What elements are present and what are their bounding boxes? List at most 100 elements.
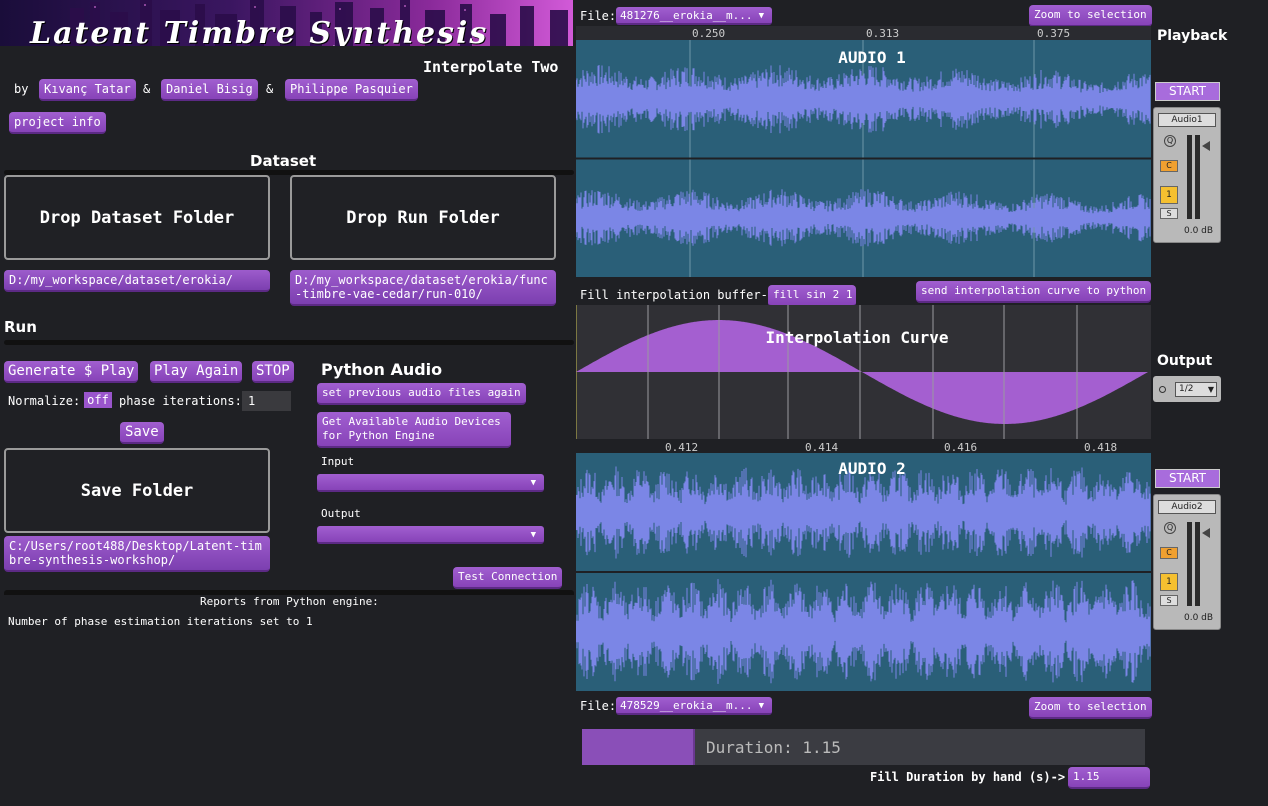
audio2-waveform-graphic — [576, 466, 1151, 684]
audio1-file-value: 481276__erokia__m... — [620, 9, 753, 22]
audio1-tick: 0.250 — [692, 27, 726, 40]
drop-run-folder[interactable]: Drop Run Folder — [290, 175, 556, 260]
run-title: Run — [4, 318, 37, 336]
play-again-button[interactable]: Play Again — [150, 361, 243, 383]
chevron-down-icon: ▼ — [758, 701, 764, 711]
send-curve-button[interactable]: send interpolation curve to python — [916, 281, 1152, 303]
gain-slider-handle[interactable] — [1202, 141, 1210, 151]
channel-button[interactable]: 1 — [1160, 573, 1178, 591]
output-selector[interactable]: 1/2 ▼ — [1153, 376, 1221, 402]
save-path[interactable]: C:/Users/root488/Desktop/Latent-timbre-s… — [4, 536, 270, 572]
run-divider — [4, 340, 574, 345]
audio1-title: AUDIO 1 — [838, 48, 906, 67]
c-button[interactable]: C — [1160, 547, 1178, 559]
audio2-waveform[interactable] — [576, 453, 1151, 691]
ampersand-2: & — [266, 82, 274, 96]
project-info-button[interactable]: project info — [9, 112, 106, 134]
app-title: Latent Timbre Synthesis — [30, 16, 489, 46]
audio2-file-select[interactable]: 478529__erokia__m... ▼ — [616, 697, 772, 715]
interp-curve-graphic — [576, 305, 1148, 439]
dataset-title: Dataset — [250, 152, 317, 170]
gain-readout: 0.0 dB — [1184, 613, 1214, 623]
audio2-zoom-button[interactable]: Zoom to selection — [1029, 697, 1152, 719]
save-button[interactable]: Save — [120, 422, 164, 444]
fill-interp-label: Fill interpolation buffer-> — [580, 288, 776, 302]
fill-interp-input[interactable]: fill sin 2 1 — [768, 285, 856, 307]
start-button-2[interactable]: START — [1155, 469, 1220, 488]
dataset-path[interactable]: D:/my_workspace/dataset/erokia/ — [4, 270, 270, 292]
audio1-file-label: File: — [580, 9, 617, 23]
level-meter-right — [1195, 522, 1200, 606]
mixer-audio2[interactable]: Audio2 Q C 1 S 0.0 dB — [1153, 494, 1221, 630]
drop-dataset-folder[interactable]: Drop Dataset Folder — [4, 175, 270, 260]
normalize-toggle[interactable]: off — [84, 392, 112, 408]
level-meter-left — [1187, 135, 1192, 219]
fill-duration-label: Fill Duration by hand (s)-> — [870, 770, 1066, 784]
get-audio-devices-button[interactable]: Get Available Audio Devices for Python E… — [317, 412, 511, 448]
audio2-title: AUDIO 2 — [838, 459, 906, 478]
output-title: Output — [1157, 353, 1213, 369]
duration-slider-fill — [582, 729, 695, 765]
start-button-1[interactable]: START — [1155, 82, 1220, 101]
save-folder-drop[interactable]: Save Folder — [4, 448, 270, 533]
mixer-audio1[interactable]: Audio1 Q C 1 S 0.0 dB — [1153, 107, 1221, 243]
audio1-file-select[interactable]: 481276__erokia__m... ▼ — [616, 7, 772, 25]
reports-message: Number of phase estimation iterations se… — [8, 615, 313, 628]
author-button-tatar[interactable]: Kıvanç Tatar — [39, 79, 136, 101]
normalize-label: Normalize: — [8, 394, 81, 408]
interp-curve-panel[interactable] — [576, 305, 1151, 439]
chevron-down-icon: ▼ — [758, 11, 764, 21]
python-audio-title: Python Audio — [321, 360, 443, 379]
input-label: Input — [321, 455, 355, 468]
q-button[interactable]: Q — [1164, 135, 1176, 147]
by-label: by — [14, 82, 29, 96]
output-radio-icon — [1159, 386, 1166, 393]
run-path[interactable]: D:/my_workspace/dataset/erokia/func-timb… — [290, 270, 556, 306]
level-meter-right — [1195, 135, 1200, 219]
page-subtitle: Interpolate Two — [423, 58, 559, 76]
waveform-channel — [576, 466, 1151, 559]
output-select[interactable]: 1/2 ▼ — [1175, 382, 1217, 397]
level-meter-left — [1187, 522, 1192, 606]
audio1-tick: 0.313 — [866, 27, 900, 40]
audio2-file-value: 478529__erokia__m... — [620, 699, 753, 712]
gain-readout: 0.0 dB — [1184, 226, 1214, 236]
phase-iterations-label: phase iterations: — [119, 394, 242, 408]
generate-play-button[interactable]: Generate $ Play — [4, 361, 139, 383]
audio2-file-label: File: — [580, 699, 617, 713]
reports-title: Reports from Python engine: — [200, 595, 379, 608]
stop-button[interactable]: STOP — [252, 361, 294, 383]
waveform-channel — [576, 189, 1151, 247]
playback-title: Playback — [1157, 28, 1228, 44]
channel-button[interactable]: 1 — [1160, 186, 1178, 204]
solo-button[interactable]: S — [1160, 208, 1178, 219]
author-button-pasquier[interactable]: Philippe Pasquier — [285, 79, 418, 101]
chevron-down-icon: ▼ — [1207, 385, 1214, 394]
ampersand-1: & — [143, 82, 151, 96]
audio1-waveform-graphic — [576, 40, 1151, 277]
duration-slider[interactable]: Duration: 1.15 — [582, 729, 1145, 765]
mixer-name: Audio2 — [1158, 500, 1216, 514]
duration-label: Duration: 1.15 — [706, 738, 841, 757]
set-previous-audio-button[interactable]: set previous audio files again — [317, 383, 526, 405]
chevron-down-icon: ▼ — [530, 478, 536, 488]
c-button[interactable]: C — [1160, 160, 1178, 172]
phase-iterations-input[interactable]: 1 — [242, 391, 291, 411]
header-banner: Latent Timbre Synthesis — [0, 0, 573, 46]
audio1-waveform[interactable] — [576, 40, 1151, 277]
test-connection-button[interactable]: Test Connection — [453, 567, 563, 589]
q-button[interactable]: Q — [1164, 522, 1176, 534]
output-select-value: 1/2 — [1179, 384, 1194, 394]
input-device-select[interactable]: ▼ — [317, 474, 544, 492]
chevron-down-icon: ▼ — [530, 530, 536, 540]
gain-slider-handle[interactable] — [1202, 528, 1210, 538]
mixer-name: Audio1 — [1158, 113, 1216, 127]
audio1-zoom-button[interactable]: Zoom to selection — [1029, 5, 1152, 27]
output-label: Output — [321, 507, 361, 520]
solo-button[interactable]: S — [1160, 595, 1178, 606]
fill-duration-input[interactable]: 1.15 — [1068, 767, 1150, 789]
waveform-channel — [576, 579, 1151, 684]
audio1-tick: 0.375 — [1037, 27, 1071, 40]
output-device-select[interactable]: ▼ — [317, 526, 544, 544]
author-button-bisig[interactable]: Daniel Bisig — [161, 79, 258, 101]
